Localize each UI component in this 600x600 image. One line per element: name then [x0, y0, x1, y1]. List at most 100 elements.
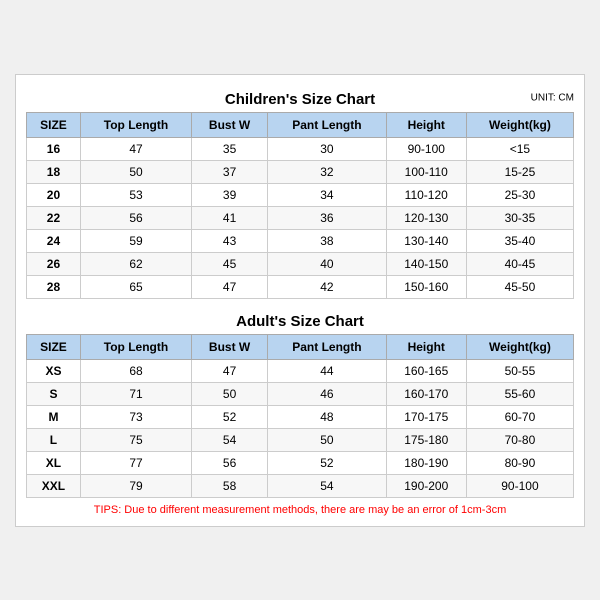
table-cell: 25-30 — [466, 183, 573, 206]
table-cell: 68 — [80, 359, 191, 382]
table-row: M735248170-17560-70 — [27, 405, 574, 428]
table-cell: 110-120 — [386, 183, 466, 206]
tips-text: TIPS: Due to different measurement metho… — [26, 504, 574, 516]
table-cell: 52 — [192, 405, 268, 428]
children-title-text: Children's Size Chart — [225, 91, 375, 108]
table-row: L755450175-18070-80 — [27, 428, 574, 451]
table-cell: 22 — [27, 206, 81, 229]
children-col-toplength: Top Length — [80, 112, 191, 137]
table-cell: S — [27, 382, 81, 405]
table-cell: 35 — [192, 137, 268, 160]
table-cell: XS — [27, 359, 81, 382]
table-cell: 36 — [268, 206, 386, 229]
table-cell: 180-190 — [386, 451, 466, 474]
table-row: 22564136120-13030-35 — [27, 206, 574, 229]
table-cell: 160-170 — [386, 382, 466, 405]
table-row: XS684744160-16550-55 — [27, 359, 574, 382]
adults-title: Adult's Size Chart — [26, 307, 574, 334]
table-cell: 15-25 — [466, 160, 573, 183]
children-col-bustw: Bust W — [192, 112, 268, 137]
adults-col-size: SIZE — [27, 334, 81, 359]
table-cell: XXL — [27, 474, 81, 497]
adults-col-height: Height — [386, 334, 466, 359]
table-cell: 50-55 — [466, 359, 573, 382]
table-cell: 45 — [192, 252, 268, 275]
table-cell: 52 — [268, 451, 386, 474]
table-row: 20533934110-12025-30 — [27, 183, 574, 206]
table-cell: 35-40 — [466, 229, 573, 252]
table-cell: 100-110 — [386, 160, 466, 183]
table-cell: 26 — [27, 252, 81, 275]
table-cell: 71 — [80, 382, 191, 405]
table-cell: L — [27, 428, 81, 451]
table-cell: 47 — [80, 137, 191, 160]
table-cell: 50 — [192, 382, 268, 405]
table-cell: 62 — [80, 252, 191, 275]
table-cell: 90-100 — [386, 137, 466, 160]
children-col-weight: Weight(kg) — [466, 112, 573, 137]
table-cell: 43 — [192, 229, 268, 252]
table-cell: <15 — [466, 137, 573, 160]
table-cell: 42 — [268, 275, 386, 298]
table-cell: 46 — [268, 382, 386, 405]
table-cell: 41 — [192, 206, 268, 229]
table-cell: 54 — [192, 428, 268, 451]
table-cell: 45-50 — [466, 275, 573, 298]
table-cell: 150-160 — [386, 275, 466, 298]
adults-title-text: Adult's Size Chart — [236, 313, 364, 330]
table-cell: 56 — [192, 451, 268, 474]
children-col-pantlength: Pant Length — [268, 112, 386, 137]
table-cell: 160-165 — [386, 359, 466, 382]
table-cell: 40-45 — [466, 252, 573, 275]
children-table: SIZE Top Length Bust W Pant Length Heigh… — [26, 112, 574, 299]
table-cell: 38 — [268, 229, 386, 252]
children-title: Children's Size Chart UNIT: CM — [26, 85, 574, 112]
table-cell: 175-180 — [386, 428, 466, 451]
children-col-height: Height — [386, 112, 466, 137]
adults-table: SIZE Top Length Bust W Pant Length Heigh… — [26, 334, 574, 498]
table-cell: 37 — [192, 160, 268, 183]
table-cell: 140-150 — [386, 252, 466, 275]
table-cell: 120-130 — [386, 206, 466, 229]
table-row: S715046160-17055-60 — [27, 382, 574, 405]
table-cell: 73 — [80, 405, 191, 428]
table-row: 1647353090-100<15 — [27, 137, 574, 160]
table-cell: 50 — [80, 160, 191, 183]
table-cell: 59 — [80, 229, 191, 252]
table-row: XL775652180-19080-90 — [27, 451, 574, 474]
children-col-size: SIZE — [27, 112, 81, 137]
table-cell: 190-200 — [386, 474, 466, 497]
table-cell: 58 — [192, 474, 268, 497]
adults-col-toplength: Top Length — [80, 334, 191, 359]
table-cell: 70-80 — [466, 428, 573, 451]
table-cell: 48 — [268, 405, 386, 428]
table-cell: 20 — [27, 183, 81, 206]
table-cell: 77 — [80, 451, 191, 474]
table-cell: 80-90 — [466, 451, 573, 474]
table-cell: 18 — [27, 160, 81, 183]
table-cell: 56 — [80, 206, 191, 229]
adults-col-bustw: Bust W — [192, 334, 268, 359]
table-cell: 28 — [27, 275, 81, 298]
table-row: 28654742150-16045-50 — [27, 275, 574, 298]
table-cell: 32 — [268, 160, 386, 183]
chart-container: Children's Size Chart UNIT: CM SIZE Top … — [15, 74, 585, 527]
table-cell: M — [27, 405, 81, 428]
table-cell: 90-100 — [466, 474, 573, 497]
table-cell: 44 — [268, 359, 386, 382]
table-cell: 79 — [80, 474, 191, 497]
adults-header-row: SIZE Top Length Bust W Pant Length Heigh… — [27, 334, 574, 359]
table-cell: 47 — [192, 275, 268, 298]
table-cell: 30 — [268, 137, 386, 160]
table-cell: 130-140 — [386, 229, 466, 252]
table-cell: 60-70 — [466, 405, 573, 428]
table-cell: 40 — [268, 252, 386, 275]
table-cell: 34 — [268, 183, 386, 206]
table-row: XXL795854190-20090-100 — [27, 474, 574, 497]
unit-label: UNIT: CM — [531, 93, 574, 104]
table-cell: 16 — [27, 137, 81, 160]
table-cell: 30-35 — [466, 206, 573, 229]
table-cell: 50 — [268, 428, 386, 451]
table-row: 18503732100-11015-25 — [27, 160, 574, 183]
table-cell: 170-175 — [386, 405, 466, 428]
